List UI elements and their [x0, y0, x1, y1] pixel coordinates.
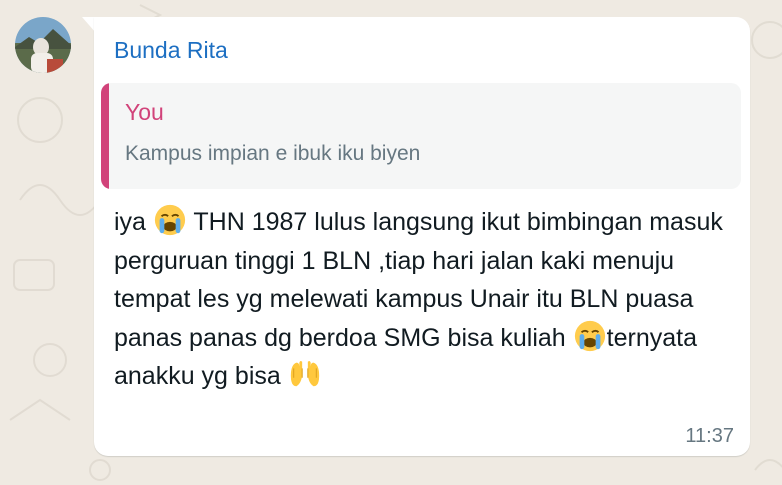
- message-text-part-1: iya: [114, 208, 153, 236]
- crying-face-emoji-icon: [154, 204, 186, 236]
- message-bubble[interactable]: Bunda Rita You Kampus impian e ibuk iku …: [94, 17, 750, 456]
- message-timestamp: 11:37: [685, 425, 734, 447]
- crying-face-emoji-icon: [574, 320, 605, 351]
- quote-accent-bar: [101, 83, 109, 189]
- profile-photo-icon: [15, 17, 71, 73]
- message-text: iya THN 1987 lulus langsung ikut bimbing…: [114, 203, 734, 396]
- raised-hands-emoji-icon: [290, 360, 319, 387]
- avatar[interactable]: [15, 17, 71, 73]
- quoted-text: Kampus impian e ibuk iku biyen: [125, 142, 421, 165]
- quoted-author: You: [125, 99, 164, 125]
- quoted-message[interactable]: You Kampus impian e ibuk iku biyen: [101, 83, 741, 189]
- sender-name[interactable]: Bunda Rita: [114, 37, 228, 64]
